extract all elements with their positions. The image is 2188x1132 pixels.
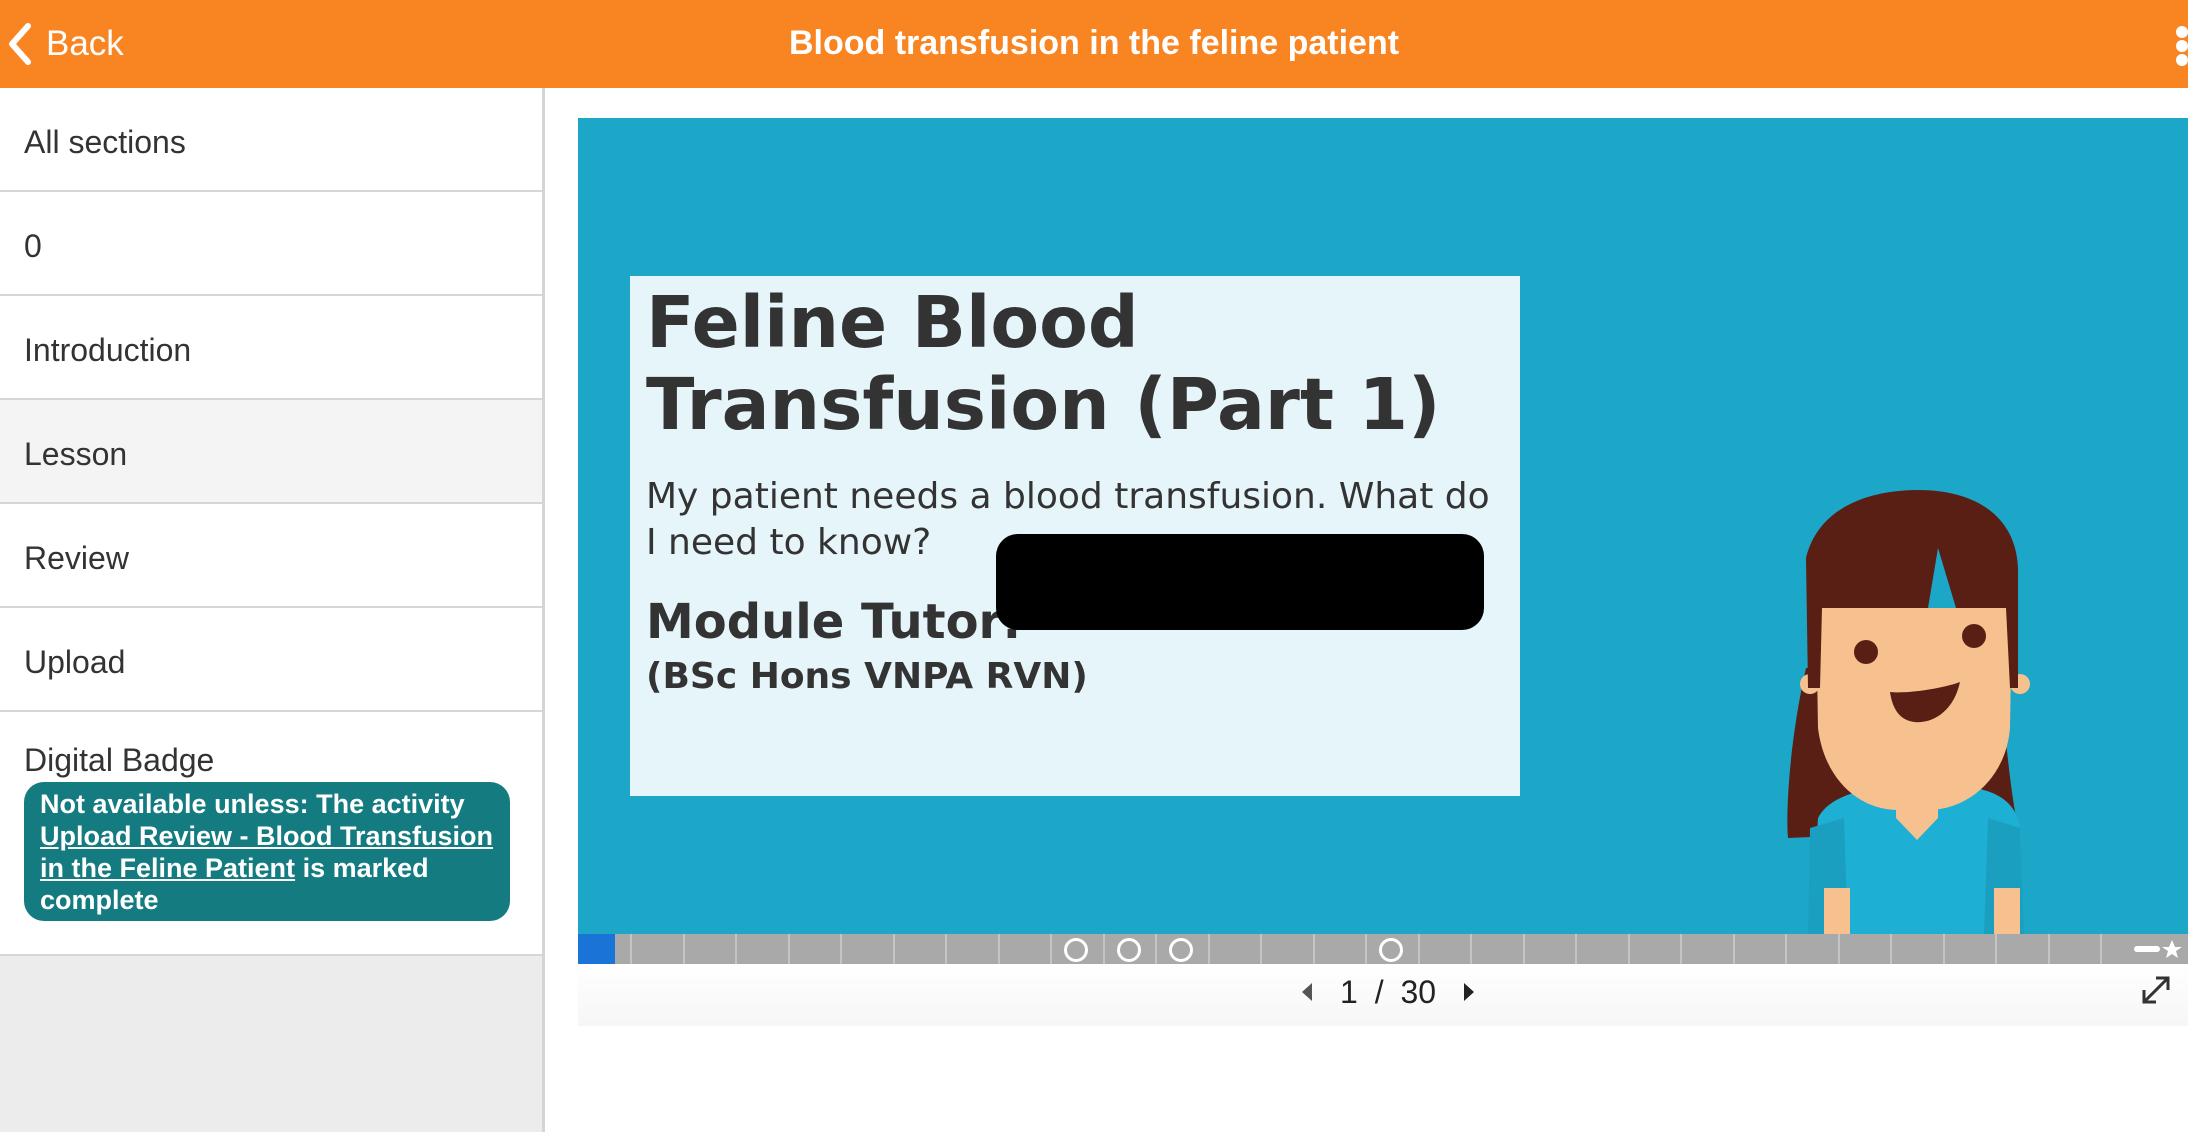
section-all[interactable]: All sections: [0, 88, 542, 192]
seek-tick: [1628, 934, 1630, 964]
seek-tick: [2048, 934, 2050, 964]
seek-tick: [1523, 934, 1525, 964]
seek-tick: [1313, 934, 1315, 964]
seek-tick: [735, 934, 737, 964]
section-label: Introduction: [24, 332, 192, 368]
seek-tick: [998, 934, 1000, 964]
page-title: Blood transfusion in the feline patient: [788, 24, 1400, 62]
page-separator: /: [1374, 973, 1384, 1010]
section-review[interactable]: Review: [0, 504, 542, 608]
seek-tick: [1365, 934, 1367, 964]
section-upload[interactable]: Upload: [0, 608, 542, 712]
seek-tick: [1575, 934, 1577, 964]
seek-tick: [1470, 934, 1472, 964]
restriction-notice: Not available unless: The activity Uploa…: [24, 782, 510, 921]
rating-star-icon[interactable]: [2128, 934, 2188, 964]
tutor-label: Module Tutor:: [646, 594, 1022, 650]
section-digital-badge[interactable]: Digital Badge Not available unless: The …: [0, 712, 542, 956]
restriction-prefix: Not available unless: The activity: [40, 789, 465, 819]
seek-tick: [840, 934, 842, 964]
section-introduction[interactable]: Introduction: [0, 296, 542, 400]
slide-canvas: Feline Blood Transfusion (Part 1) My pat…: [578, 118, 2188, 934]
pager: 1 / 30: [1296, 972, 1480, 1012]
seek-tick: [630, 934, 632, 964]
section-label: Digital Badge: [24, 742, 215, 778]
section-label: Upload: [24, 644, 126, 680]
seek-marker[interactable]: [1117, 938, 1141, 962]
seek-tick: [1680, 934, 1682, 964]
seek-tick: [1943, 934, 1945, 964]
seek-tick: [945, 934, 947, 964]
seek-tick: [1260, 934, 1262, 964]
seek-tick: [1208, 934, 1210, 964]
page-indicator: 1 / 30: [1340, 974, 1436, 1011]
character-illustration: [1787, 490, 2030, 934]
slide-progress-bar[interactable]: [578, 934, 2188, 964]
seek-tick: [1155, 934, 1157, 964]
seek-tick: [1418, 934, 1420, 964]
seek-tick: [788, 934, 790, 964]
more-options-icon[interactable]: [2172, 26, 2188, 66]
seek-tick: [1995, 934, 1997, 964]
seek-tick: [893, 934, 895, 964]
seek-marker[interactable]: [1169, 938, 1193, 962]
seek-tick: [683, 934, 685, 964]
section-label: Lesson: [24, 436, 128, 472]
seek-tick: [1733, 934, 1735, 964]
seek-progress-fill: [578, 934, 615, 964]
sections-sidebar: All sections 0 Introduction Lesson Revie…: [0, 88, 545, 1132]
section-0[interactable]: 0: [0, 192, 542, 296]
seek-tick: [1103, 934, 1105, 964]
seek-tick: [1785, 934, 1787, 964]
redacted-name: [996, 534, 1484, 630]
slide-title: Feline Blood Transfusion (Part 1): [646, 281, 1441, 446]
seek-tick: [2100, 934, 2102, 964]
seek-tick: [1890, 934, 1892, 964]
section-lesson[interactable]: Lesson: [0, 400, 542, 504]
slide-title-card: Feline Blood Transfusion (Part 1) My pat…: [630, 276, 1520, 796]
section-label: Review: [24, 540, 129, 576]
current-page: 1: [1340, 973, 1358, 1010]
seek-tick: [1838, 934, 1840, 964]
tutor-credentials: (BSc Hons VNPA RVN): [646, 656, 1088, 697]
section-label: All sections: [24, 124, 186, 160]
top-bar: Back Blood transfusion in the feline pat…: [0, 0, 2188, 88]
seek-marker[interactable]: [1064, 938, 1088, 962]
fullscreen-icon[interactable]: [2138, 972, 2174, 1008]
total-pages: 30: [1400, 973, 1437, 1010]
previous-slide-icon[interactable]: [1296, 977, 1318, 1007]
seek-tick: [1050, 934, 1052, 964]
next-slide-icon[interactable]: [1458, 977, 1480, 1007]
section-label: 0: [24, 228, 42, 264]
seek-marker[interactable]: [1379, 938, 1403, 962]
